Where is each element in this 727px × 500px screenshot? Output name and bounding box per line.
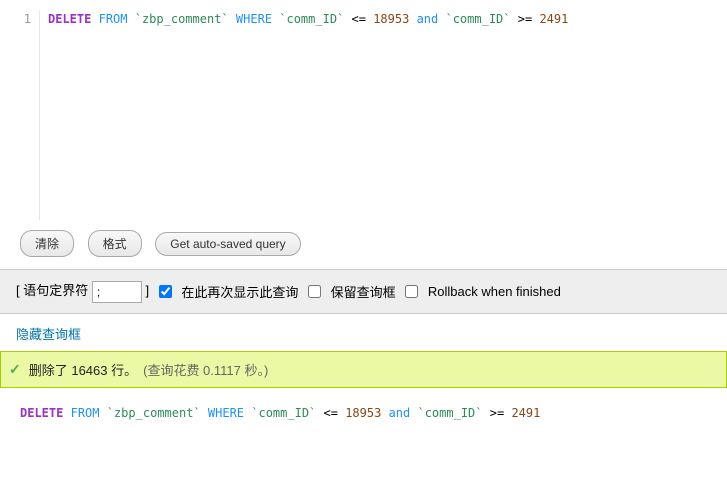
value-2: 2491 — [539, 12, 568, 26]
column-2: `comm_ID` — [445, 12, 510, 26]
clear-button[interactable]: 清除 — [20, 230, 74, 257]
column-1: `comm_ID` — [279, 12, 344, 26]
retain-checkbox[interactable] — [159, 285, 172, 298]
retain-label: 在此再次显示此查询 — [181, 285, 298, 300]
link-row: 隐藏查询框 — [0, 314, 727, 351]
code-content[interactable]: DELETE FROM `zbp_comment` WHERE `comm_ID… — [40, 10, 727, 220]
hide-query-box-link[interactable]: 隐藏查询框 — [16, 327, 81, 342]
echo-op1: <= — [324, 406, 338, 420]
echo-op2: >= — [490, 406, 504, 420]
keep-checkbox[interactable] — [308, 285, 321, 298]
delimiter-prefix: [ 语句定界符 — [16, 283, 88, 298]
echo-table: `zbp_comment` — [107, 406, 201, 420]
line-gutter: 1 — [10, 10, 40, 220]
keep-label: 保留查询框 — [331, 285, 396, 300]
delimiter-row: [ 语句定界符 ] 在此再次显示此查询 保留查询框 Rollback when … — [0, 269, 727, 314]
echo-col1: `comm_ID` — [251, 406, 316, 420]
executed-query: DELETE FROM `zbp_comment` WHERE `comm_ID… — [0, 398, 727, 440]
operator-1: <= — [352, 12, 366, 26]
rollback-label: Rollback when finished — [428, 284, 561, 299]
success-main-text: 删除了 16463 行。 — [29, 360, 137, 379]
success-message: ✓ 删除了 16463 行。 (查询花费 0.1117 秒。) — [0, 351, 727, 388]
get-autosaved-button[interactable]: Get auto-saved query — [155, 232, 300, 256]
button-row: 清除 格式 Get auto-saved query — [0, 220, 727, 269]
rollback-checkbox[interactable] — [405, 285, 418, 298]
echo-val2: 2491 — [511, 406, 540, 420]
delimiter-suffix: ] — [145, 283, 149, 298]
format-button[interactable]: 格式 — [88, 230, 142, 257]
delimiter-input[interactable] — [92, 281, 142, 303]
sql-editor[interactable]: 1 DELETE FROM `zbp_comment` WHERE `comm_… — [0, 0, 727, 220]
line-number: 1 — [10, 10, 31, 28]
echo-and: and — [389, 406, 411, 420]
echo-delete: DELETE — [20, 406, 63, 420]
operator-2: >= — [518, 12, 532, 26]
keyword-where: WHERE — [236, 12, 272, 26]
echo-val1: 18953 — [345, 406, 381, 420]
echo-col2: `comm_ID` — [417, 406, 482, 420]
keyword-delete: DELETE — [48, 12, 91, 26]
value-1: 18953 — [373, 12, 409, 26]
echo-from: FROM — [71, 406, 100, 420]
checkmark-icon: ✓ — [9, 361, 21, 378]
success-sub-text: (查询花费 0.1117 秒。) — [143, 360, 268, 379]
keyword-and: and — [417, 12, 439, 26]
keyword-from: FROM — [99, 12, 128, 26]
echo-where: WHERE — [208, 406, 244, 420]
table-name: `zbp_comment` — [135, 12, 229, 26]
